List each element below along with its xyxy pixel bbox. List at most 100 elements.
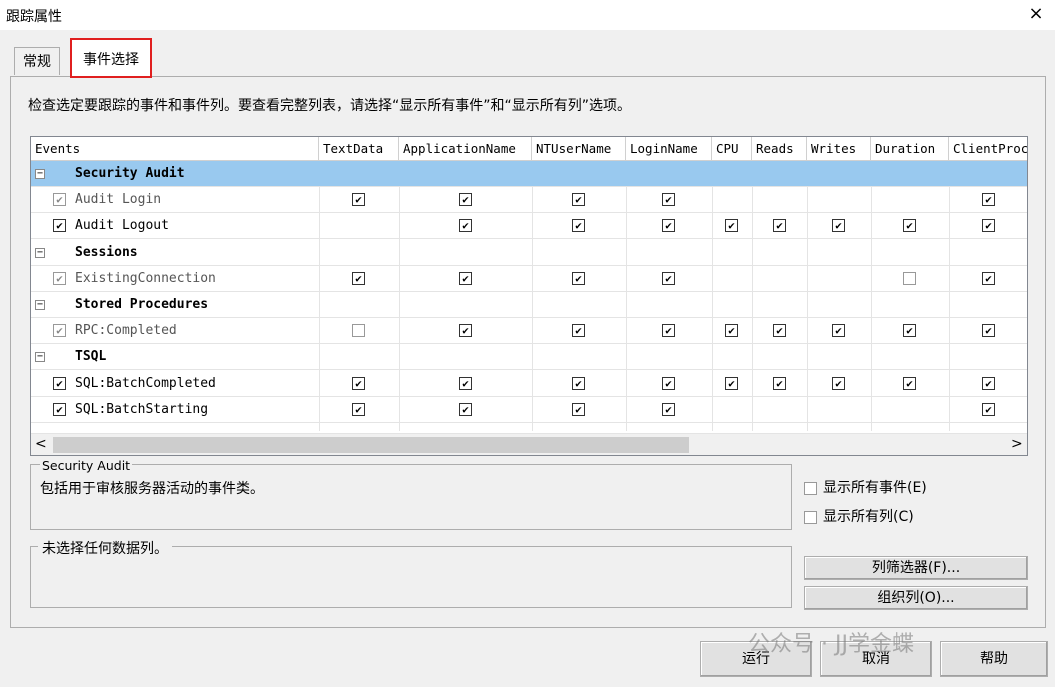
event-row[interactable]: ✔ SQL:BatchStarting ✔ ✔ ✔ ✔ ✔ [31,397,1027,423]
column-checkbox-checked[interactable]: ✔ [662,219,675,233]
event-row[interactable]: ✔ SQL:BatchCompleted ✔ ✔ ✔ ✔ ✔ ✔ ✔ ✔ ✔ [31,371,1027,397]
column-header[interactable]: LoginName [626,137,712,161]
category-name: TSQL [75,349,107,365]
column-checkbox-checked[interactable]: ✔ [352,193,365,207]
column-checkbox-checked[interactable]: ✔ [459,193,472,207]
column-checkbox-checked[interactable]: ✔ [903,324,916,338]
close-icon[interactable]: × [1022,2,1050,26]
show-all-events-checkbox[interactable] [804,481,817,495]
column-header[interactable]: ClientProc [949,137,1027,161]
column-checkbox-checked[interactable]: ✔ [982,402,995,416]
column-checkbox-checked[interactable]: ✔ [662,324,675,338]
column-checkbox-checked[interactable]: ✔ [982,219,995,233]
event-name: RPC:Completed [75,323,177,339]
tab-general[interactable]: 常规 [14,47,60,75]
event-checkbox[interactable]: ✔ [53,271,66,285]
title-bar [0,0,1055,30]
column-checkbox-checked[interactable]: ✔ [773,324,786,338]
category-name: Stored Procedures [75,297,209,312]
collapse-icon[interactable]: − [35,169,45,179]
column-checkbox-checked[interactable]: ✔ [572,219,585,233]
column-checkbox-checked[interactable]: ✔ [572,193,585,207]
column-checkbox-checked[interactable]: ✔ [459,219,472,233]
column-checkbox-checked[interactable]: ✔ [459,376,472,390]
column-checkbox-checked[interactable]: ✔ [832,324,845,338]
column-checkbox-checked[interactable]: ✔ [662,271,675,285]
category-name: Security Audit [75,166,185,181]
column-checkbox-checked[interactable]: ✔ [832,376,845,390]
horizontal-scrollbar[interactable]: < > [31,433,1027,455]
show-all-columns-option[interactable]: 显示所有列(C) [804,506,914,526]
column-checkbox-checked[interactable]: ✔ [982,324,995,338]
column-checkbox-checked[interactable]: ✔ [459,324,472,338]
event-name: Audit Login [75,192,162,208]
column-checkbox-checked[interactable]: ✔ [572,376,585,390]
collapse-icon[interactable]: − [35,300,45,310]
watermark: 公众号 · JJ学金蝶 [748,632,914,657]
show-all-events-option[interactable]: 显示所有事件(E) [804,477,927,497]
show-all-events-label: 显示所有事件(E) [823,480,927,496]
event-row[interactable]: ✔ Audit Login ✔ ✔ ✔ ✔ ✔ [31,187,1027,214]
column-header[interactable]: NTUserName [532,137,626,161]
column-checkbox-checked[interactable]: ✔ [982,376,995,390]
column-checkbox-checked[interactable]: ✔ [352,376,365,390]
event-row[interactable]: ✔ Audit Logout ✔ ✔ ✔ ✔ ✔ ✔ ✔ ✔ [31,213,1027,240]
column-checkbox-checked[interactable]: ✔ [352,271,365,285]
category-row[interactable]: − TSQL [31,344,1027,371]
column-checkbox-checked[interactable]: ✔ [662,376,675,390]
column-checkbox-checked[interactable]: ✔ [903,219,916,233]
category-row[interactable]: − Security Audit [31,161,1027,187]
column-header[interactable]: Events [31,137,319,161]
column-checkbox-checked[interactable]: ✔ [662,193,675,207]
collapse-icon[interactable]: − [35,352,45,363]
column-checkbox-checked[interactable]: ✔ [572,402,585,416]
event-row[interactable]: ✔ RPC:Completed ✔ ✔ ✔ ✔ ✔ ✔ ✔ ✔ [31,318,1027,345]
column-checkbox-checked[interactable]: ✔ [725,376,738,390]
column-filters-button[interactable]: 列筛选器(F)... [804,556,1028,580]
column-checkbox-checked[interactable]: ✔ [572,324,585,338]
event-checkbox[interactable]: ✔ [53,376,66,390]
column-checkbox-checked[interactable]: ✔ [903,376,916,390]
column-checkbox-checked[interactable]: ✔ [982,193,995,207]
event-name: Audit Logout [75,218,169,234]
category-row[interactable]: − Sessions [31,240,1027,266]
column-checkbox-checked[interactable]: ✔ [459,271,472,285]
tab-events-selection[interactable]: 事件选择 [70,38,152,78]
column-checkbox-checked[interactable]: ✔ [725,324,738,338]
column-checkbox-checked[interactable]: ✔ [832,219,845,233]
column-header[interactable]: CPU [712,137,752,161]
column-header[interactable]: TextData [319,137,399,161]
scroll-left-icon[interactable]: < [35,436,47,452]
event-name: SQL:BatchCompleted [75,375,216,391]
column-checkbox-checked[interactable]: ✔ [725,219,738,233]
event-row[interactable]: ✔ ExistingConnection ✔ ✔ ✔ ✔ ✔ [31,266,1027,292]
column-checkbox-checked[interactable]: ✔ [662,402,675,416]
event-checkbox[interactable]: ✔ [53,324,66,338]
scroll-right-icon[interactable]: > [1011,436,1023,452]
help-button[interactable]: 帮助 [940,641,1048,677]
column-checkbox-checked[interactable]: ✔ [352,402,365,416]
category-name: Sessions [75,244,138,260]
collapse-icon[interactable]: − [35,247,45,258]
column-checkbox-checked[interactable]: ✔ [982,271,995,285]
column-checkbox-checked[interactable]: ✔ [572,271,585,285]
event-name: ExistingConnection [75,270,216,286]
column-checkbox-unchecked[interactable] [903,271,916,285]
column-checkbox-checked[interactable]: ✔ [459,402,472,416]
column-header[interactable]: Duration [871,137,949,161]
show-all-columns-label: 显示所有列(C) [823,509,914,525]
event-checkbox[interactable]: ✔ [53,193,66,207]
event-checkbox[interactable]: ✔ [53,402,66,416]
column-header[interactable]: ApplicationName [399,137,532,161]
scrollbar-thumb[interactable] [53,437,689,453]
column-header[interactable]: Writes [807,137,871,161]
show-all-columns-checkbox[interactable] [804,510,817,524]
column-header[interactable]: Reads [752,137,807,161]
category-row[interactable]: − Stored Procedures [31,292,1027,318]
events-grid[interactable]: Events TextData ApplicationName NTUserName L… [30,136,1028,456]
organize-columns-button[interactable]: 组织列(O)... [804,586,1028,610]
column-checkbox-unchecked[interactable] [352,324,365,338]
column-checkbox-checked[interactable]: ✔ [773,219,786,233]
column-checkbox-checked[interactable]: ✔ [773,376,786,390]
event-checkbox[interactable]: ✔ [53,219,66,233]
